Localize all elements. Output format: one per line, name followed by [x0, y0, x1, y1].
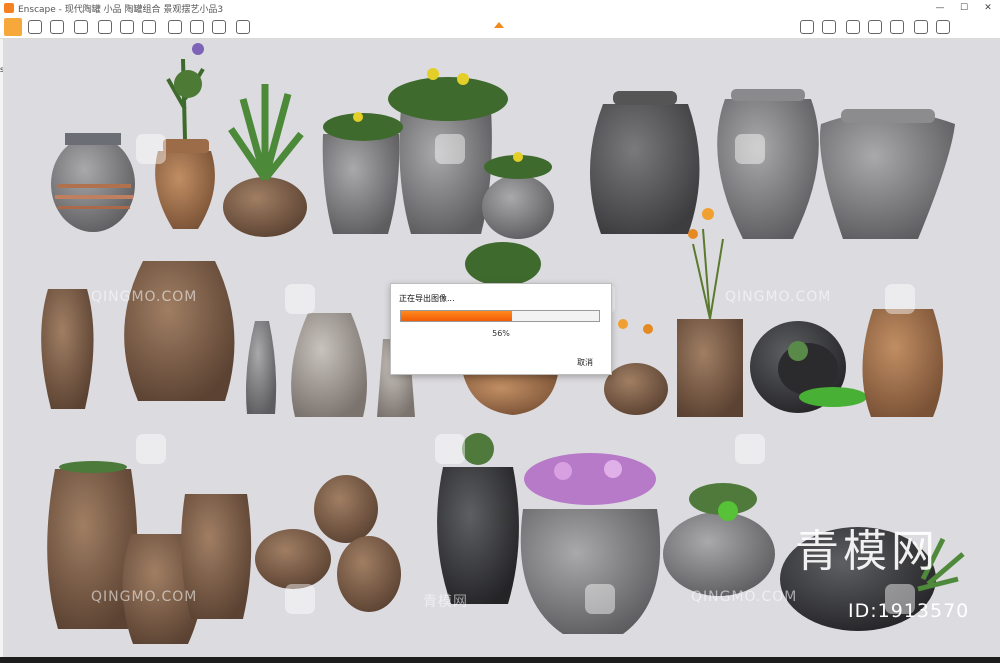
dialog-title: 正在导出图像...	[399, 294, 455, 303]
tall-amphora	[41, 289, 94, 409]
watermark-badge-icon	[285, 284, 315, 314]
large-brown-jar	[124, 261, 235, 401]
egg-shaped-vase	[291, 313, 367, 417]
progress-fill	[401, 311, 512, 321]
taskbar-strip	[0, 657, 1000, 663]
pointer-tool-button[interactable]	[4, 18, 22, 36]
striped-jar	[51, 133, 135, 232]
watermark-badge-icon	[885, 284, 915, 314]
export-progress-bar	[400, 310, 600, 322]
watermark-site-text: QINGMO.COM	[91, 289, 198, 305]
expand-icon[interactable]	[936, 20, 950, 34]
wide-grey-vessel	[819, 109, 955, 239]
window-title: Enscape - 现代陶罐 小品 陶罐组合 景观摆艺小品3	[18, 5, 224, 15]
window-controls: — ☐ ✕	[928, 0, 1000, 16]
low-clay-pot-with-agave	[223, 84, 307, 237]
cancel-button[interactable]: 取消	[577, 357, 593, 368]
folder-icon[interactable]	[212, 20, 226, 34]
export-progress-dialog: 正在导出图像... 56% 取消	[390, 283, 612, 375]
watermark-site-text: QINGMO.COM	[91, 589, 198, 605]
toolbar-collapse-icon[interactable]	[494, 22, 504, 28]
watermark-badge-icon	[585, 584, 615, 614]
model-id-label: ID:1913570	[848, 600, 970, 622]
watermark-site-text: QINGMO.COM	[691, 589, 798, 605]
qingmo-logo-watermark: 青模网	[795, 526, 939, 577]
image-icon[interactable]	[168, 20, 182, 34]
grid-icon[interactable]	[142, 20, 156, 34]
maximize-button[interactable]: ☐	[952, 0, 976, 16]
grey-urn-with-handles	[589, 91, 700, 234]
minimize-button[interactable]: —	[928, 0, 952, 16]
toolbar	[0, 16, 1000, 39]
camera-icon[interactable]	[236, 20, 250, 34]
watermark-site-text: QINGMO.COM	[725, 289, 832, 305]
brown-jar-cluster	[47, 461, 252, 644]
watermark-badge-icon	[136, 134, 166, 164]
video-icon[interactable]	[800, 20, 814, 34]
watermark-badge-icon	[136, 434, 166, 464]
upload-icon[interactable]	[846, 20, 860, 34]
enscape-logo-icon	[4, 3, 14, 13]
brush-icon[interactable]	[28, 20, 42, 34]
headset-icon[interactable]	[74, 20, 88, 34]
watermark-badge-icon	[735, 434, 765, 464]
ribbed-clay-urn	[862, 309, 943, 417]
watermark-site-text-cn: 青模网	[423, 594, 468, 610]
slim-grey-vase	[246, 321, 277, 414]
watermark-badge-icon	[435, 434, 465, 464]
sphere-planter-with-succulents	[750, 321, 867, 413]
watermark-badge-icon	[735, 134, 765, 164]
close-button[interactable]: ✕	[976, 0, 1000, 16]
eye-icon[interactable]	[50, 20, 64, 34]
progress-percent-label: 56%	[492, 329, 510, 338]
panorama-icon[interactable]	[822, 20, 836, 34]
settings-icon[interactable]	[868, 20, 882, 34]
watermark-badge-icon	[435, 134, 465, 164]
lightbulb-icon[interactable]	[120, 20, 134, 34]
cube-icon[interactable]	[98, 20, 112, 34]
watermark-badge-icon	[285, 584, 315, 614]
help-icon[interactable]	[914, 20, 928, 34]
ribbed-grey-jar	[717, 89, 819, 239]
flower-pots-orange-blooms	[604, 208, 743, 417]
tumbled-amphora-pile	[255, 475, 401, 612]
title-bar: Enscape - 现代陶罐 小品 陶罐组合 景观摆艺小品3 — ☐ ✕	[0, 0, 1000, 17]
info-icon[interactable]	[890, 20, 904, 34]
crop-icon[interactable]	[190, 20, 204, 34]
round-grey-planter	[663, 483, 775, 596]
